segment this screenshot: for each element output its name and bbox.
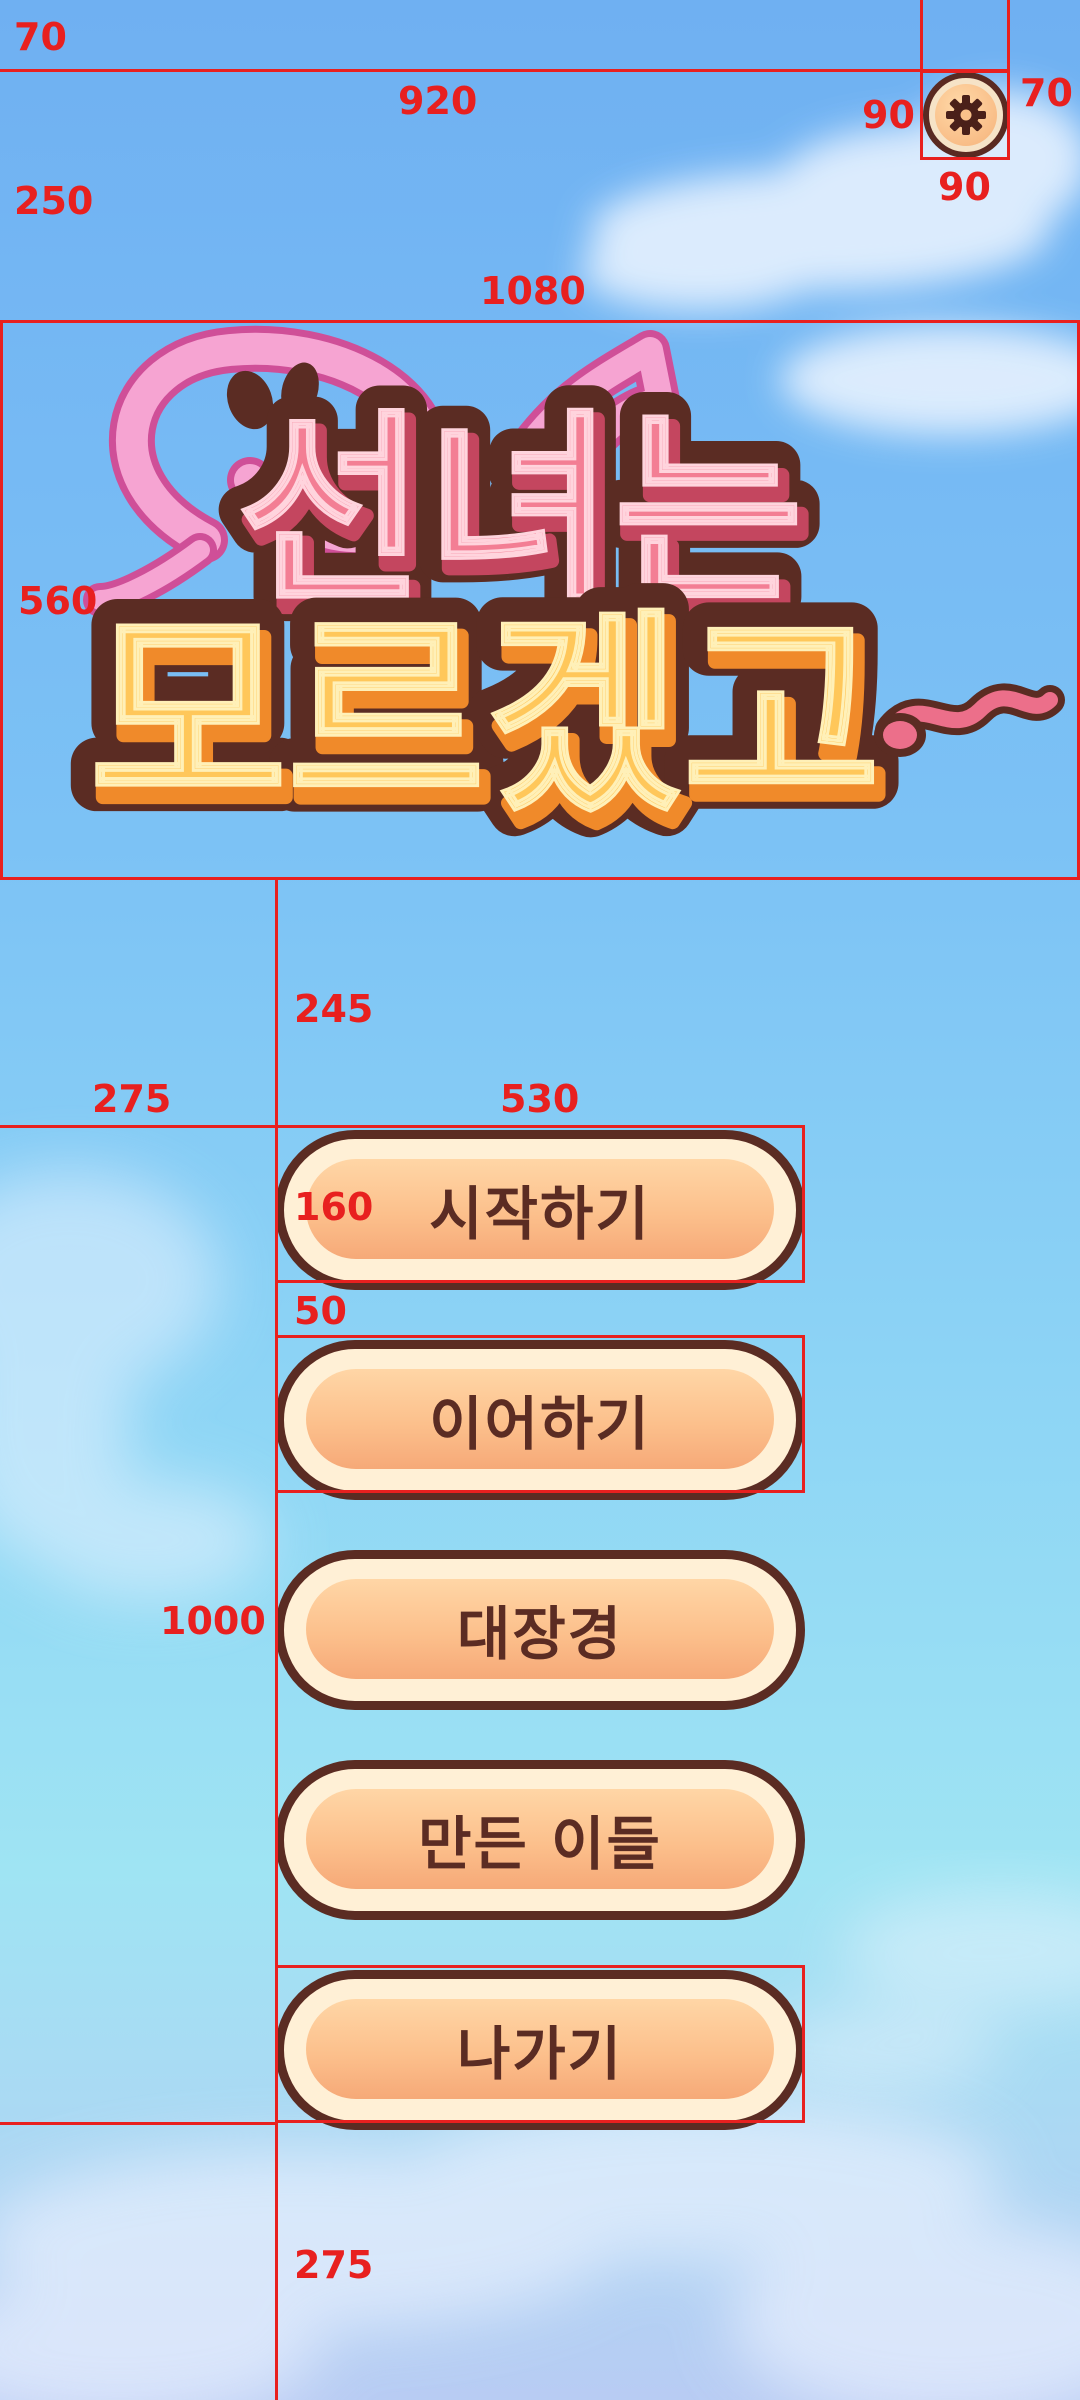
cloud-bottom: [0, 2100, 1080, 2400]
guide-label-settings-height: 90: [938, 165, 991, 209]
credits-button-label: 만든 이들: [418, 1810, 662, 1878]
journey-button[interactable]: 대장경: [275, 1550, 805, 1710]
guide-label-button-gap: 50: [294, 1289, 347, 1333]
guide-exit-box: [275, 1965, 805, 2123]
guide-logo-box: [0, 320, 1080, 880]
guide-menu-left-line: [275, 880, 278, 2400]
guide-label-button-height: 160: [294, 1185, 374, 1229]
guide-label-settings-right: 70: [1020, 71, 1073, 115]
cloud-right-mid: [760, 1890, 1080, 2090]
guide-settings-left-line: [920, 0, 923, 72]
journey-button-face: 대장경: [306, 1579, 774, 1679]
guide-label-logo-top: 250: [14, 179, 94, 223]
credits-button[interactable]: 만든 이들: [275, 1760, 805, 1920]
guide-label-logo-height: 560: [18, 579, 98, 623]
guide-label-menu-gap-top: 245: [294, 987, 374, 1031]
guide-label-menu-width: 530: [500, 1077, 580, 1121]
guide-label-menu-height: 1000: [160, 1599, 266, 1643]
guide-menu-bottom-line: [0, 2122, 277, 2125]
guide-menu-top-line: [0, 1125, 277, 1128]
cloud-left-middle: [0, 1170, 270, 1600]
guide-label-top-margin: 70: [14, 15, 67, 59]
guide-label-logo-width: 1080: [480, 269, 586, 313]
guide-settings-right-line: [1007, 0, 1010, 72]
guide-label-settings-left: 920: [398, 79, 478, 123]
guide-label-settings-width: 90: [862, 93, 915, 137]
guide-label-menu-left: 275: [92, 1077, 172, 1121]
guide-continue-box: [275, 1335, 805, 1493]
guide-label-bottom-margin: 275: [294, 2243, 374, 2287]
journey-button-label: 대장경: [456, 1600, 624, 1668]
credits-button-face: 만든 이들: [306, 1789, 774, 1889]
guide-top-line: [0, 69, 1008, 72]
guide-settings-box: [920, 70, 1010, 160]
